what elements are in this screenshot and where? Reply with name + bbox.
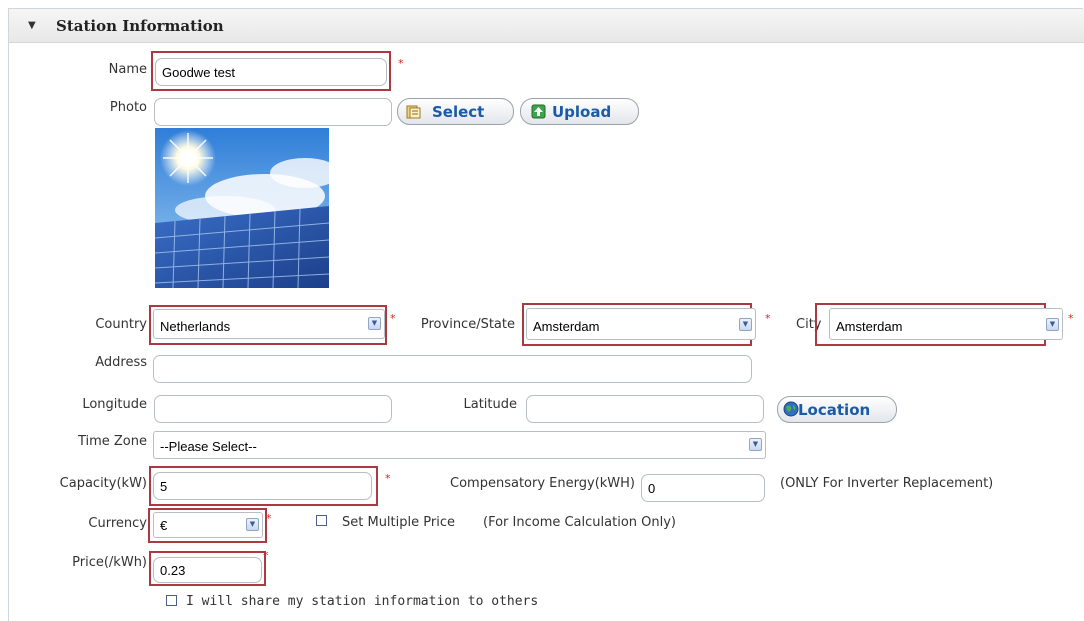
address-label: Address bbox=[95, 355, 147, 370]
province-select[interactable]: Amsterdam ▼ bbox=[526, 308, 756, 340]
latitude-input[interactable] bbox=[526, 395, 764, 423]
chevron-down-icon[interactable]: ▼ bbox=[246, 518, 259, 531]
required-star: * bbox=[390, 312, 396, 325]
photo-label: Photo bbox=[109, 100, 147, 115]
compensatory-note: (ONLY For Inverter Replacement) bbox=[780, 476, 994, 491]
multiple-price-note: (For Income Calculation Only) bbox=[483, 515, 676, 530]
province-value: Amsterdam bbox=[533, 319, 600, 334]
name-input[interactable] bbox=[155, 58, 387, 86]
capacity-label: Capacity(kW) bbox=[59, 476, 147, 491]
set-multiple-price-label: Set Multiple Price bbox=[342, 515, 455, 530]
longitude-label: Longitude bbox=[82, 397, 147, 412]
globe-icon bbox=[783, 401, 799, 417]
upload-button-label: Upload bbox=[552, 103, 612, 121]
required-star: * bbox=[765, 312, 771, 325]
chevron-down-icon[interactable]: ▼ bbox=[368, 317, 381, 330]
latitude-label: Latitude bbox=[463, 397, 517, 412]
required-star: * bbox=[385, 472, 391, 485]
timezone-label: Time Zone bbox=[77, 434, 147, 449]
price-input[interactable] bbox=[153, 557, 262, 583]
country-label: Country bbox=[95, 317, 147, 332]
address-input[interactable] bbox=[153, 355, 752, 383]
required-star: * bbox=[266, 512, 272, 525]
compensatory-input[interactable] bbox=[641, 474, 765, 502]
chevron-down-icon[interactable]: ▼ bbox=[739, 318, 752, 331]
longitude-input[interactable] bbox=[154, 395, 392, 423]
section-header[interactable]: ▼ Station Information bbox=[9, 9, 1084, 43]
timezone-value: --Please Select-- bbox=[160, 439, 257, 454]
share-checkbox[interactable] bbox=[166, 595, 177, 606]
capacity-input[interactable] bbox=[153, 472, 372, 500]
folder-icon bbox=[406, 105, 421, 119]
timezone-select[interactable]: --Please Select-- ▼ bbox=[153, 431, 766, 459]
required-star: * bbox=[398, 57, 404, 70]
country-value: Netherlands bbox=[160, 319, 231, 334]
city-value: Amsterdam bbox=[836, 319, 903, 334]
chevron-down-icon[interactable]: ▼ bbox=[749, 438, 762, 451]
required-star: * bbox=[1068, 312, 1074, 325]
price-label: Price(/kWh) bbox=[72, 555, 147, 570]
collapse-arrow-icon[interactable]: ▼ bbox=[28, 20, 36, 31]
upload-photo-button[interactable]: Upload bbox=[520, 98, 639, 125]
select-button-label: Select bbox=[432, 103, 485, 121]
location-button[interactable]: Location bbox=[777, 396, 897, 423]
country-select[interactable]: Netherlands ▼ bbox=[153, 309, 385, 339]
compensatory-label: Compensatory Energy(kWH) bbox=[450, 476, 635, 491]
location-button-label: Location bbox=[798, 401, 871, 419]
currency-select[interactable]: € ▼ bbox=[153, 512, 263, 538]
select-photo-button[interactable]: Select bbox=[397, 98, 514, 125]
share-label: I will share my station information to o… bbox=[186, 594, 539, 609]
chevron-down-icon[interactable]: ▼ bbox=[1046, 318, 1059, 331]
station-photo bbox=[155, 128, 329, 288]
name-label: Name bbox=[108, 62, 147, 77]
photo-path-input[interactable] bbox=[154, 98, 392, 126]
city-select[interactable]: Amsterdam ▼ bbox=[829, 308, 1063, 340]
section-title: Station Information bbox=[56, 17, 224, 35]
province-label: Province/State bbox=[420, 317, 515, 332]
set-multiple-price-checkbox[interactable] bbox=[316, 515, 327, 526]
currency-value: € bbox=[160, 518, 168, 533]
upload-icon bbox=[531, 104, 546, 119]
required-star: * bbox=[263, 549, 269, 562]
currency-label: Currency bbox=[88, 516, 147, 531]
